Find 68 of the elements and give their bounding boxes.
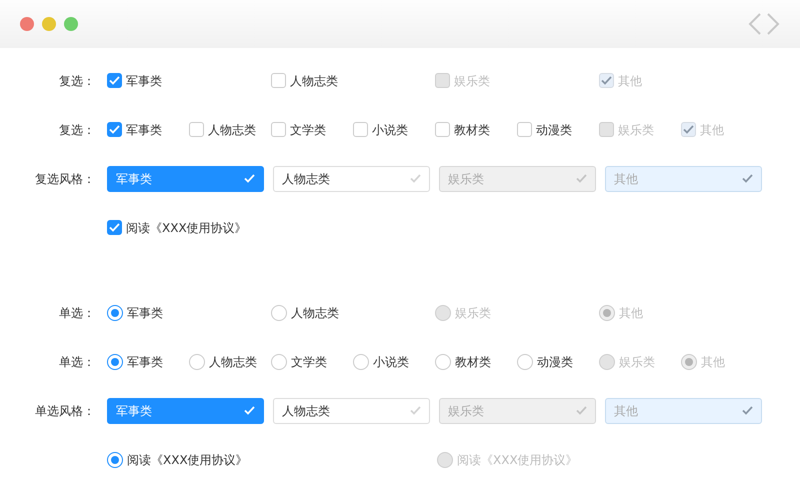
- checkbox[interactable]: [435, 122, 450, 137]
- check-icon: [244, 174, 255, 183]
- chevron-left-icon[interactable]: [748, 12, 762, 36]
- chevron-right-icon[interactable]: [766, 12, 780, 36]
- check-icon: [576, 406, 587, 415]
- option-label: 文学类: [291, 354, 327, 370]
- option-label: 文学类: [290, 122, 326, 138]
- checkbox[interactable]: [189, 122, 204, 137]
- option-label: 教材类: [455, 354, 491, 370]
- option-label: 小说类: [372, 122, 408, 138]
- checkbox-tile[interactable]: 军事类: [107, 166, 264, 192]
- checkbox[interactable]: [353, 122, 368, 137]
- option-label: 娱乐类: [455, 304, 491, 322]
- option-label: 动漫类: [537, 354, 573, 370]
- radio-button[interactable]: [517, 354, 533, 370]
- option-label: 其他: [700, 122, 724, 138]
- option-label: 阅读《XXX使用协议》: [126, 220, 247, 236]
- option-label: 人物志类: [209, 354, 257, 370]
- option-label: 小说类: [373, 354, 409, 370]
- window-control-button[interactable]: [20, 17, 34, 31]
- check-icon: [576, 174, 587, 183]
- checkbox[interactable]: [271, 122, 286, 137]
- option-label: 娱乐类: [454, 72, 490, 90]
- radio-group-label: 单选：: [59, 306, 95, 320]
- option-label: 其他: [701, 354, 725, 370]
- checkbox-group-label: 复选风格：: [35, 172, 95, 186]
- checkbox-group-label: 复选：: [59, 74, 95, 88]
- check-icon: [410, 406, 421, 415]
- checkbox-tile[interactable]: 人物志类: [273, 166, 430, 192]
- option-label: 动漫类: [536, 122, 572, 138]
- checkbox-group-label: 复选：: [59, 122, 95, 136]
- option-label: 其他: [618, 72, 642, 90]
- radio-button[interactable]: [107, 354, 123, 370]
- radio-group-label: 单选风格：: [35, 404, 95, 418]
- radio-button[interactable]: [107, 452, 123, 468]
- option-label: 人物志类: [291, 304, 339, 322]
- option-label: 军事类: [127, 354, 163, 370]
- radio-button[interactable]: [435, 354, 451, 370]
- option-label: 娱乐类: [618, 122, 654, 138]
- check-icon: [742, 174, 753, 183]
- option-label: 人物志类: [208, 122, 256, 138]
- window-control-button[interactable]: [42, 17, 56, 31]
- option-label: 教材类: [454, 122, 490, 138]
- option-label: 娱乐类: [619, 354, 655, 370]
- option-label: 人物志类: [290, 72, 338, 90]
- check-icon: [410, 174, 421, 183]
- radio-group-label: 单选：: [59, 354, 95, 368]
- radio-tile[interactable]: 人物志类: [273, 398, 430, 424]
- radio-button[interactable]: [271, 354, 287, 370]
- radio-button[interactable]: [107, 304, 123, 320]
- radio-button[interactable]: [189, 354, 205, 370]
- check-icon: [742, 406, 753, 415]
- radio-tile[interactable]: 军事类: [107, 398, 264, 424]
- option-label: 阅读《XXX使用协议》: [127, 452, 248, 468]
- checkbox[interactable]: [107, 73, 122, 88]
- option-label: 其他: [619, 304, 643, 322]
- option-label: 军事类: [126, 122, 162, 138]
- option-label: 军事类: [127, 304, 163, 322]
- window-control-button[interactable]: [64, 17, 78, 31]
- option-label: 军事类: [126, 72, 162, 90]
- checkbox[interactable]: [517, 122, 532, 137]
- check-icon: [244, 406, 255, 415]
- radio-button[interactable]: [271, 304, 287, 320]
- checkbox[interactable]: [271, 73, 286, 88]
- checkbox[interactable]: [107, 122, 122, 137]
- option-label: 阅读《XXX使用协议》: [457, 452, 578, 468]
- checkbox[interactable]: [107, 220, 122, 235]
- radio-button[interactable]: [353, 354, 369, 370]
